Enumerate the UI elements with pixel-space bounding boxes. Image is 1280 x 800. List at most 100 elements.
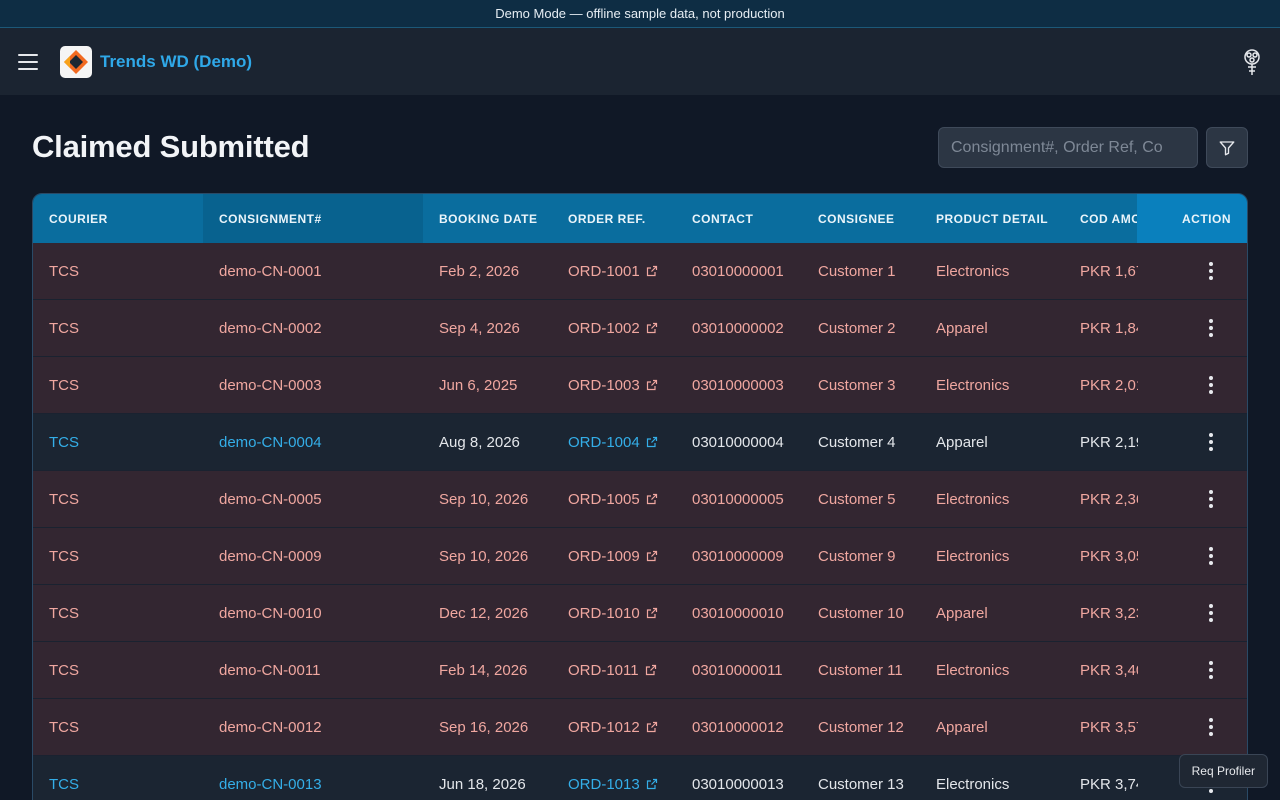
- cell-consignment[interactable]: demo-CN-0009: [219, 528, 322, 584]
- kebab-menu-icon[interactable]: [1203, 374, 1219, 396]
- cell-action: [1137, 357, 1247, 413]
- cell-consignment[interactable]: demo-CN-0004: [219, 414, 322, 470]
- cell-consignment-text[interactable]: demo-CN-0001: [219, 263, 322, 280]
- column-header-consignee[interactable]: CONSIGNEE: [818, 194, 895, 243]
- cell-order-ref-text[interactable]: ORD-1005: [568, 491, 640, 508]
- table-row[interactable]: TCS demo-CN-0002 Sep 4, 2026 ORD-1002 030100…: [33, 300, 1247, 357]
- external-link-icon[interactable]: [640, 493, 658, 505]
- brain-settings-icon[interactable]: [1240, 48, 1264, 76]
- kebab-menu-icon[interactable]: [1203, 431, 1219, 453]
- cell-consignment-text[interactable]: demo-CN-0012: [219, 719, 322, 736]
- table-row[interactable]: TCS demo-CN-0009 Sep 10, 2026 ORD-1009 03010…: [33, 528, 1247, 585]
- table-row[interactable]: TCS demo-CN-0001 Feb 2, 2026 ORD-1001 030100…: [33, 243, 1247, 300]
- cell-order-ref-text[interactable]: ORD-1013: [568, 776, 640, 793]
- table-row[interactable]: TCS demo-CN-0005 Sep 10, 2026 ORD-1005 03010…: [33, 471, 1247, 528]
- cell-booking-date: Sep 10, 2026: [439, 528, 528, 584]
- table-row[interactable]: TCS demo-CN-0004 Aug 8, 2026 ORD-1004 030100…: [33, 414, 1247, 471]
- cell-consignment-text[interactable]: demo-CN-0009: [219, 548, 322, 565]
- kebab-menu-icon[interactable]: [1203, 488, 1219, 510]
- cell-order-ref[interactable]: ORD-1013: [568, 756, 658, 800]
- cell-order-ref-text[interactable]: ORD-1002: [568, 320, 640, 337]
- cell-consignee: Customer 11: [818, 642, 903, 698]
- cell-action: [1137, 471, 1247, 527]
- page-header: Claimed Submitted: [32, 127, 1248, 169]
- external-link-icon[interactable]: [640, 721, 658, 733]
- external-link-icon[interactable]: [640, 265, 658, 277]
- cell-order-ref-text[interactable]: ORD-1009: [568, 548, 640, 565]
- search-input[interactable]: [938, 127, 1198, 168]
- cell-order-ref-text[interactable]: ORD-1001: [568, 263, 640, 280]
- cell-order-ref-text[interactable]: ORD-1011: [568, 662, 639, 679]
- column-header-booking-date[interactable]: BOOKING DATE: [439, 194, 537, 243]
- column-header-order-ref[interactable]: ORDER REF.: [568, 194, 646, 243]
- cell-consignment-text[interactable]: demo-CN-0013: [219, 776, 322, 793]
- cell-order-ref-text[interactable]: ORD-1010: [568, 605, 640, 622]
- cell-product-detail-text: Electronics: [936, 376, 1010, 394]
- hamburger-menu-icon[interactable]: [18, 53, 38, 70]
- external-link-icon[interactable]: [640, 778, 658, 790]
- cell-consignment-text[interactable]: demo-CN-0005: [219, 491, 322, 508]
- table-row[interactable]: TCS demo-CN-0012 Sep 16, 2026 ORD-1012 03010…: [33, 699, 1247, 756]
- cell-order-ref[interactable]: ORD-1012: [568, 699, 658, 755]
- external-link-icon[interactable]: [640, 379, 658, 391]
- cell-product-detail: Electronics: [936, 756, 1009, 800]
- demo-banner-text: Demo Mode — offline sample data, not pro…: [495, 6, 785, 21]
- cell-order-ref[interactable]: ORD-1009: [568, 528, 658, 584]
- app-title[interactable]: Trends WD (Demo): [100, 52, 252, 72]
- cell-consignment-text[interactable]: demo-CN-0011: [219, 662, 320, 679]
- cell-order-ref[interactable]: ORD-1011: [568, 642, 657, 698]
- cell-product-detail: Apparel: [936, 414, 988, 470]
- external-link-icon[interactable]: [640, 322, 658, 334]
- cell-order-ref[interactable]: ORD-1003: [568, 357, 658, 413]
- cell-order-ref[interactable]: ORD-1002: [568, 300, 658, 356]
- cell-consignment[interactable]: demo-CN-0003: [219, 357, 322, 413]
- cell-consignment[interactable]: demo-CN-0005: [219, 471, 322, 527]
- cell-booking-date-text: Jun 6, 2025: [439, 376, 518, 394]
- kebab-menu-icon[interactable]: [1203, 260, 1219, 282]
- table-row[interactable]: TCS demo-CN-0003 Jun 6, 2025 ORD-1003 030100…: [33, 357, 1247, 414]
- external-link-icon[interactable]: [640, 436, 658, 448]
- kebab-menu-icon[interactable]: [1203, 545, 1219, 567]
- cell-order-ref-text[interactable]: ORD-1004: [568, 434, 640, 451]
- kebab-menu-icon[interactable]: [1203, 602, 1219, 624]
- cell-consignment-text[interactable]: demo-CN-0004: [219, 434, 322, 451]
- kebab-menu-icon[interactable]: [1203, 716, 1219, 738]
- cell-order-ref-text[interactable]: ORD-1012: [568, 719, 640, 736]
- cell-consignment[interactable]: demo-CN-0012: [219, 699, 322, 755]
- cell-order-ref[interactable]: ORD-1004: [568, 414, 658, 470]
- column-header-courier[interactable]: COURIER: [49, 194, 219, 243]
- cell-order-ref[interactable]: ORD-1005: [568, 471, 658, 527]
- column-header-contact[interactable]: CONTACT: [692, 194, 753, 243]
- cell-consignee-text: Customer 10: [818, 604, 904, 622]
- cell-consignee-text: Customer 13: [818, 775, 904, 793]
- column-header-product-detail[interactable]: PRODUCT DETAIL: [936, 194, 1048, 243]
- cell-order-ref[interactable]: ORD-1001: [568, 243, 658, 299]
- kebab-menu-icon[interactable]: [1203, 659, 1219, 681]
- table-row[interactable]: TCS demo-CN-0010 Dec 12, 2026 ORD-1010 03010…: [33, 585, 1247, 642]
- app-logo[interactable]: [60, 45, 92, 78]
- filter-button[interactable]: [1206, 127, 1248, 168]
- cell-consignment[interactable]: demo-CN-0001: [219, 243, 322, 299]
- cell-booking-date-text: Sep 4, 2026: [439, 319, 520, 337]
- external-link-icon[interactable]: [640, 607, 658, 619]
- external-link-icon[interactable]: [640, 550, 658, 562]
- column-header-cod-amount[interactable]: COD AMC: [1080, 194, 1138, 243]
- cell-courier-text: TCS: [49, 775, 79, 793]
- table-row[interactable]: TCS demo-CN-0013 Jun 18, 2026 ORD-1013 03010…: [33, 756, 1247, 800]
- cell-order-ref-text[interactable]: ORD-1003: [568, 377, 640, 394]
- cell-consignment[interactable]: demo-CN-0013: [219, 756, 322, 800]
- req-profiler-button[interactable]: Req Profiler: [1178, 754, 1268, 788]
- cell-consignment[interactable]: demo-CN-0010: [219, 585, 322, 641]
- cell-action: [1137, 243, 1247, 299]
- table-body: TCS demo-CN-0001 Feb 2, 2026 ORD-1001 030100…: [33, 243, 1247, 800]
- kebab-menu-icon[interactable]: [1203, 317, 1219, 339]
- column-header-consignment[interactable]: CONSIGNMENT#: [203, 194, 423, 243]
- external-link-icon[interactable]: [639, 664, 657, 676]
- cell-order-ref[interactable]: ORD-1010: [568, 585, 658, 641]
- cell-consignment-text[interactable]: demo-CN-0010: [219, 605, 322, 622]
- cell-consignment[interactable]: demo-CN-0002: [219, 300, 322, 356]
- cell-consignment[interactable]: demo-CN-0011: [219, 642, 320, 698]
- table-row[interactable]: TCS demo-CN-0011 Feb 14, 2026 ORD-1011 03010…: [33, 642, 1247, 699]
- cell-consignment-text[interactable]: demo-CN-0003: [219, 377, 322, 394]
- cell-consignment-text[interactable]: demo-CN-0002: [219, 320, 322, 337]
